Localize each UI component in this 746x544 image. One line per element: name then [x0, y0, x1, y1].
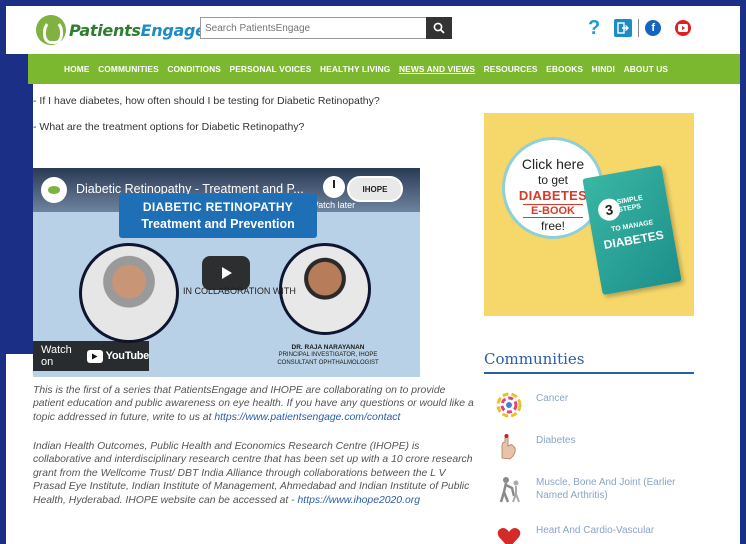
facebook-icon[interactable]: f — [645, 20, 662, 36]
banner-line1: DIABETIC RETINOPATHY — [142, 200, 294, 214]
play-button[interactable] — [202, 256, 250, 290]
search-button[interactable] — [426, 17, 452, 39]
community-label: Heart And Cardio-Vascular — [536, 525, 655, 536]
doctor-role: PRINCIPAL INVESTIGATOR, IHOPE — [278, 352, 378, 358]
book-title: SIMPLE STEPS — [616, 194, 644, 215]
site-logo[interactable]: PatientsEngage — [36, 12, 206, 48]
youtube-icon[interactable] — [675, 20, 692, 36]
community-label: Cancer — [536, 393, 569, 404]
nav-item-news-and-views[interactable]: NEWS AND VIEWS — [399, 64, 475, 74]
icon-divider — [638, 19, 640, 37]
doctor-role: CONSULTANT OPHTHALMOLOGIST — [277, 360, 379, 366]
nav-item-communities[interactable]: COMMUNITIES — [98, 64, 159, 74]
presenter-photo — [79, 243, 179, 343]
banner-line2: Treatment and Prevention — [141, 217, 295, 231]
logo-text: PatientsEngage — [69, 20, 206, 40]
question-text: - What are the treatment options for Dia… — [33, 121, 305, 133]
article-content: - If I have diabetes, how often should I… — [33, 84, 478, 544]
header-icons: ? f — [588, 17, 692, 39]
nav-item-ebooks[interactable]: EBOOKS — [546, 64, 583, 74]
heart-icon — [494, 522, 524, 544]
community-item-muscle-bone-joint[interactable]: Muscle, Bone And Joint (Earlier Named Ar… — [494, 474, 694, 504]
nav-item-about-us[interactable]: ABOUT US — [624, 64, 669, 74]
channel-avatar[interactable] — [41, 177, 67, 203]
video-embed[interactable]: Diabetic Retinopathy - Treatment and P..… — [33, 168, 420, 377]
community-label: Muscle, Bone And Joint (Earlier Named Ar… — [536, 477, 676, 501]
nav-item-home[interactable]: HOME — [64, 64, 90, 74]
main-nav: HOME COMMUNITIES CONDITIONS PERSONAL VOI… — [28, 54, 740, 84]
background-panel — [6, 54, 34, 354]
promo-text: E-BOOK — [523, 204, 583, 218]
watch-later-icon[interactable] — [323, 176, 345, 198]
search-input[interactable] — [201, 18, 426, 38]
nav-item-healthy-living[interactable]: HEALTHY LIVING — [320, 64, 390, 74]
ebook-cover: 3 SIMPLE STEPS TO MANAGE DIABETES — [582, 164, 682, 296]
help-icon[interactable]: ? — [588, 17, 600, 39]
search-bar — [200, 17, 452, 39]
promo-text: free! — [540, 219, 565, 233]
logo-leaf-icon — [36, 15, 66, 45]
community-item-diabetes[interactable]: Diabetes — [494, 432, 694, 462]
search-icon — [433, 22, 445, 34]
nav-item-personal-voices[interactable]: PERSONAL VOICES — [230, 64, 312, 74]
watch-on-youtube-button[interactable]: Watch on YouTube — [33, 341, 149, 371]
site-header: PatientsEngage ? f — [28, 6, 740, 54]
nav-item-conditions[interactable]: CONDITIONS — [167, 64, 221, 74]
nav-item-hindi[interactable]: HINDI — [592, 64, 615, 74]
doctor-name: DR. RAJA NARAYANAN — [291, 344, 365, 351]
youtube-wordmark: YouTube — [105, 350, 150, 362]
community-item-heart[interactable]: Heart And Cardio-Vascular — [494, 522, 694, 544]
ihope-link[interactable]: https://www.ihope2020.org — [298, 495, 420, 506]
play-icon — [222, 267, 232, 279]
ebook-promo-banner[interactable]: Click here to get DIABETES E-BOOK free! … — [484, 113, 694, 316]
watch-on-label: Watch on — [41, 344, 72, 368]
joint-pain-icon — [494, 474, 524, 504]
community-item-cancer[interactable]: Cancer — [494, 390, 694, 420]
video-banner: DIABETIC RETINOPATHY Treatment and Preve… — [119, 194, 317, 238]
ihope-paragraph: Indian Health Outcomes, Public Health an… — [33, 441, 473, 506]
communities-heading: Communities — [484, 350, 694, 374]
youtube-play-icon — [87, 349, 103, 363]
intro-paragraph: This is the first of a series that Patie… — [33, 385, 474, 423]
page: PatientsEngage ? f HOME COMMUNITIES COND… — [6, 6, 740, 544]
login-icon[interactable] — [614, 19, 633, 37]
nav-item-resources[interactable]: RESOURCES — [484, 64, 538, 74]
question-text: - If I have diabetes, how often should I… — [33, 95, 380, 107]
contact-link[interactable]: https://www.patientsengage.com/contact — [214, 412, 400, 423]
ihope-badge: IHOPE — [347, 176, 403, 202]
community-label: Diabetes — [536, 435, 576, 446]
cancer-ribbon-icon — [494, 390, 524, 420]
promo-text: Click here — [521, 156, 585, 172]
glucose-test-icon — [494, 432, 524, 462]
